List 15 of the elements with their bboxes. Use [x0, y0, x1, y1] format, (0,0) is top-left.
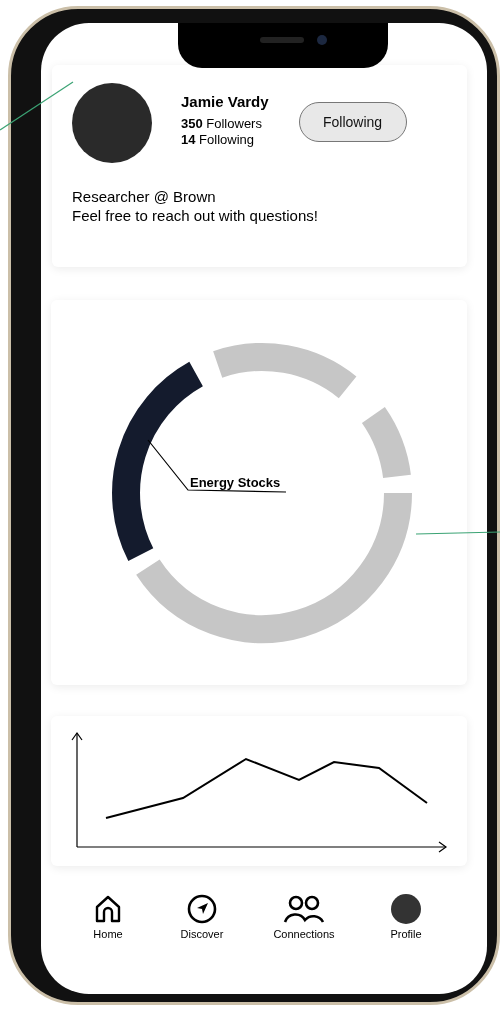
- people-icon: [283, 894, 325, 924]
- nav-tab[interactable]: Discover: [165, 894, 239, 940]
- nav-tab[interactable]: Connections: [259, 894, 349, 940]
- compass-icon: [187, 894, 217, 924]
- profile-name: Jamie Vardy: [181, 93, 269, 110]
- home-icon: [93, 894, 123, 924]
- avatar-photo-placeholder: [391, 894, 421, 924]
- nav-tab[interactable]: Profile: [369, 894, 443, 940]
- following-button[interactable]: Following: [298, 102, 407, 142]
- bio-text: Feel free to reach out with questions!: [72, 206, 319, 225]
- following-count: 14 Following: [181, 132, 255, 148]
- chart-label: Energy Stocks: [190, 475, 281, 490]
- followers-count: 350 Followers: [181, 116, 263, 132]
- bio-text: Researcher @ Brown: [72, 187, 217, 206]
- nav-tab[interactable]: Home: [71, 894, 145, 940]
